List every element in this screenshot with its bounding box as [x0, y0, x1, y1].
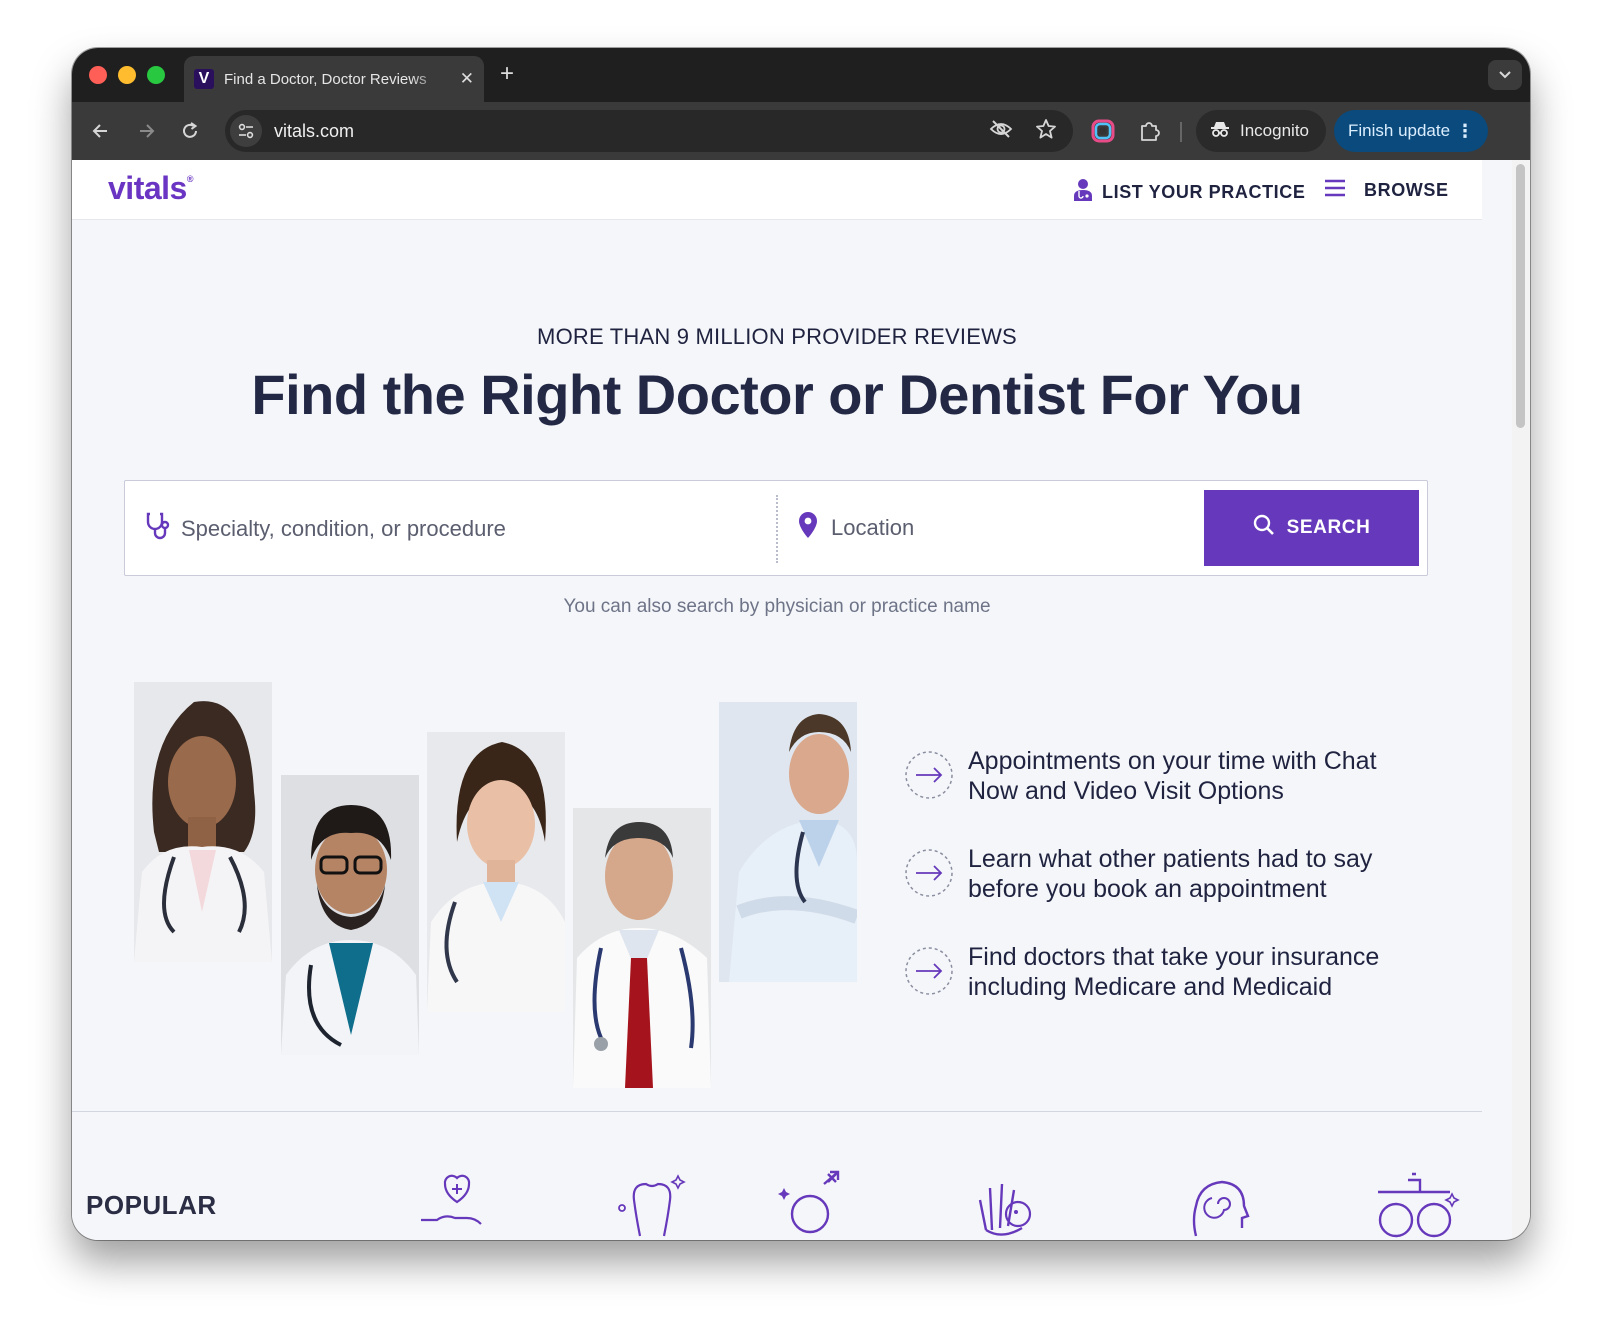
- incognito-indicator[interactable]: Incognito: [1196, 110, 1326, 152]
- search-hint: You can also search by physician or prac…: [563, 596, 991, 617]
- color-extension-icon[interactable]: [1090, 118, 1116, 144]
- stethoscope-icon: [145, 511, 171, 546]
- more-vert-icon[interactable]: ⋮: [1456, 121, 1474, 142]
- finish-update-button[interactable]: Finish update ⋮: [1334, 110, 1488, 152]
- tooth-icon[interactable]: [614, 1170, 688, 1240]
- hand-skin-icon[interactable]: [972, 1170, 1042, 1240]
- arrow-circle-icon: [904, 750, 954, 805]
- doctor-photo-2: [281, 775, 419, 1055]
- tab-title: Find a Doctor, Doctor Reviews: [224, 70, 427, 88]
- arrow-circle-icon: [904, 848, 954, 903]
- back-arrow-icon[interactable]: [88, 118, 114, 144]
- new-tab-icon[interactable]: +: [500, 60, 514, 88]
- eye-exam-icon[interactable]: [1372, 1170, 1462, 1240]
- feature-item: Appointments on your time with Chat Now …: [904, 746, 1404, 844]
- location-input[interactable]: [831, 514, 1191, 541]
- browser-window: V Find a Doctor, Doctor Reviews ✕ + vita…: [72, 48, 1530, 1240]
- feature-text: Find doctors that take your insurance in…: [968, 943, 1380, 1001]
- incognito-label: Incognito: [1240, 121, 1309, 140]
- browser-tab-active[interactable]: V Find a Doctor, Doctor Reviews ✕: [184, 56, 484, 102]
- hero-eyebrow: MORE THAN 9 MILLION PROVIDER REVIEWS: [537, 324, 1017, 349]
- tab-close-icon[interactable]: ✕: [460, 69, 474, 89]
- bookmark-star-icon[interactable]: [1035, 118, 1057, 145]
- url-text: vitals.com: [274, 120, 355, 141]
- search-button-label: SEARCH: [1286, 517, 1371, 538]
- doctor-user-icon: [1072, 178, 1094, 207]
- page-scrollbar[interactable]: [1512, 160, 1530, 1240]
- browse-label: BROWSE: [1364, 180, 1449, 200]
- vitals-favicon-icon: V: [194, 69, 214, 89]
- popular-heading: POPULAR: [86, 1190, 217, 1220]
- vitals-logo[interactable]: vitals®: [108, 170, 193, 207]
- doctor-photo-4: [573, 808, 711, 1088]
- feature-item: Find doctors that take your insurance in…: [904, 942, 1404, 1040]
- list-practice-label: LIST YOUR PRACTICE: [1102, 182, 1306, 202]
- site-header: vitals® LIST YOUR PRACTICE BROWSE: [72, 160, 1482, 220]
- address-bar[interactable]: vitals.com: [225, 110, 1073, 152]
- forward-arrow-icon[interactable]: [133, 118, 159, 144]
- search-button[interactable]: SEARCH: [1204, 490, 1419, 566]
- browse-menu-button[interactable]: BROWSE: [1324, 178, 1449, 203]
- specialty-input[interactable]: [181, 515, 621, 542]
- toolbar-separator: [1180, 122, 1182, 142]
- features-list: Appointments on your time with Chat Now …: [904, 746, 1404, 1040]
- minimize-window-button[interactable]: [118, 66, 136, 84]
- doctor-photo-1: [134, 682, 272, 962]
- arrow-circle-icon: [904, 946, 954, 1001]
- list-practice-link[interactable]: LIST YOUR PRACTICE: [1072, 178, 1305, 207]
- specialty-field: [145, 511, 621, 546]
- feature-item: Learn what other patients had to say bef…: [904, 844, 1404, 942]
- feature-text: Appointments on your time with Chat Now …: [968, 747, 1377, 805]
- extensions-puzzle-icon[interactable]: [1136, 118, 1162, 144]
- browser-toolbar: vitals.com Incognito Finish update ⋮: [72, 102, 1530, 160]
- browser-titlebar: V Find a Doctor, Doctor Reviews ✕ +: [72, 48, 1530, 102]
- gender-symbol-icon[interactable]: [778, 1170, 848, 1240]
- feature-text: Learn what other patients had to say bef…: [968, 845, 1373, 903]
- site-info-icon[interactable]: [230, 115, 262, 147]
- scrollbar-thumb[interactable]: [1516, 164, 1525, 428]
- maximize-window-button[interactable]: [147, 66, 165, 84]
- location-pin-icon: [797, 511, 819, 544]
- hero-title: Find the Right Doctor or Dentist For You: [251, 363, 1303, 426]
- webpage: vitals® LIST YOUR PRACTICE BROWSE MORE T…: [72, 160, 1482, 1240]
- reload-icon[interactable]: [177, 118, 203, 144]
- incognito-icon: [1210, 120, 1230, 143]
- close-window-button[interactable]: [89, 66, 107, 84]
- doctor-photo-5: [719, 702, 857, 982]
- section-divider: [72, 1111, 1482, 1112]
- heart-hand-icon[interactable]: [417, 1170, 487, 1240]
- finish-update-label: Finish update: [1348, 121, 1451, 140]
- doctor-search-bar: SEARCH: [124, 480, 1428, 576]
- location-field: [797, 511, 1191, 544]
- doctor-photo-3: [427, 732, 565, 1012]
- tab-search-icon[interactable]: [1488, 60, 1522, 90]
- eye-off-icon[interactable]: [989, 119, 1013, 144]
- hamburger-menu-icon: [1324, 178, 1346, 203]
- head-mind-icon[interactable]: [1182, 1170, 1252, 1240]
- search-icon: [1253, 514, 1275, 542]
- search-field-divider: [776, 495, 778, 563]
